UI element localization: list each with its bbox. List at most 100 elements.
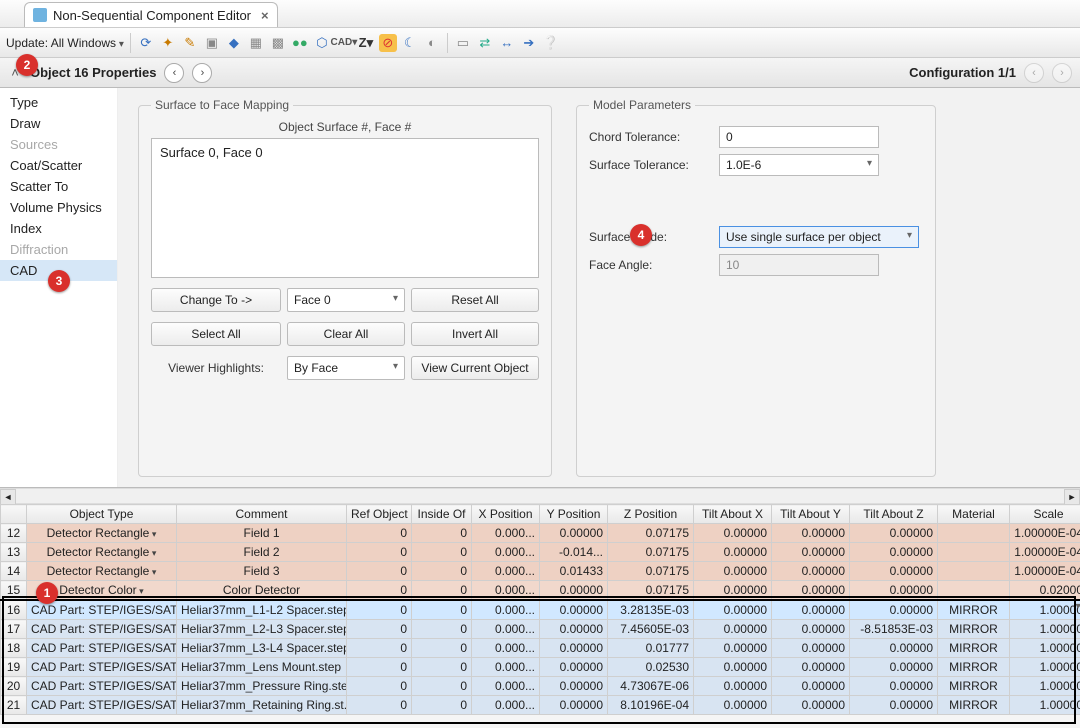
- next-config-button[interactable]: ›: [1052, 63, 1072, 83]
- cell[interactable]: 0: [412, 600, 472, 620]
- cell[interactable]: CAD Part: STEP/IGES/SAT: [27, 639, 177, 658]
- object-table[interactable]: Object TypeCommentRef ObjectInside OfX P…: [0, 504, 1080, 715]
- cell[interactable]: 12: [1, 524, 27, 543]
- table-row[interactable]: 19CAD Part: STEP/IGES/SATHeliar37mm_Lens…: [1, 658, 1080, 677]
- cell[interactable]: Heliar37mm_Pressure Ring.step: [177, 677, 347, 696]
- cell[interactable]: 20: [1, 677, 27, 696]
- close-icon[interactable]: ×: [261, 8, 269, 23]
- cell[interactable]: 1.00000E-04: [1010, 524, 1080, 543]
- table-row[interactable]: 14Detector RectangleField 3000.000...0.0…: [1, 562, 1080, 581]
- table-row[interactable]: 17CAD Part: STEP/IGES/SATHeliar37mm_L2-L…: [1, 620, 1080, 639]
- sidebar-item-coat-scatter[interactable]: Coat/Scatter: [0, 155, 117, 176]
- cell[interactable]: Heliar37mm_Retaining Ring.st...: [177, 696, 347, 715]
- cell[interactable]: 0.000...: [472, 524, 540, 543]
- viewer-highlights-select[interactable]: By Face: [287, 356, 405, 380]
- rect-icon[interactable]: ▭: [454, 34, 472, 52]
- cell[interactable]: 0: [412, 562, 472, 581]
- select-all-button[interactable]: Select All: [151, 322, 281, 346]
- scroll-left-icon[interactable]: ◄: [0, 489, 16, 505]
- cell[interactable]: MIRROR: [938, 658, 1010, 677]
- mapping-list-item[interactable]: Surface 0, Face 0: [160, 145, 530, 160]
- cell[interactable]: 0.00000: [540, 658, 608, 677]
- grid2-icon[interactable]: ▩: [269, 34, 287, 52]
- cell[interactable]: 0.07175: [608, 543, 694, 562]
- refresh-icon[interactable]: ⟳: [137, 34, 155, 52]
- cell[interactable]: Field 1: [177, 524, 347, 543]
- cell[interactable]: MIRROR: [938, 696, 1010, 715]
- cell[interactable]: 0.00000: [772, 696, 850, 715]
- harrow-icon[interactable]: ↔: [498, 34, 516, 52]
- cad-icon[interactable]: CAD▾: [335, 34, 353, 52]
- cell[interactable]: 0.00000: [694, 620, 772, 639]
- cell[interactable]: 0.000...: [472, 696, 540, 715]
- cell[interactable]: 1.00000: [1010, 600, 1080, 620]
- cell[interactable]: 0.00000: [850, 696, 938, 715]
- cell[interactable]: Field 3: [177, 562, 347, 581]
- col-header[interactable]: [1, 505, 27, 524]
- view-current-object-button[interactable]: View Current Object: [411, 356, 539, 380]
- table-row[interactable]: 18CAD Part: STEP/IGES/SATHeliar37mm_L3-L…: [1, 639, 1080, 658]
- cell[interactable]: 0.01433: [540, 562, 608, 581]
- cell[interactable]: 0.00000: [694, 600, 772, 620]
- cell[interactable]: 0.000...: [472, 543, 540, 562]
- moon-icon[interactable]: ☾: [401, 34, 419, 52]
- change-to-button[interactable]: Change To ->: [151, 288, 281, 312]
- table-row[interactable]: 12Detector RectangleField 1000.000...0.0…: [1, 524, 1080, 543]
- col-header[interactable]: Object Type: [27, 505, 177, 524]
- cell[interactable]: 0.07175: [608, 581, 694, 601]
- cell[interactable]: 0: [347, 524, 412, 543]
- cell[interactable]: 0: [347, 600, 412, 620]
- col-header[interactable]: Scale: [1010, 505, 1080, 524]
- cell[interactable]: CAD Part: STEP/IGES/SAT: [27, 658, 177, 677]
- cell[interactable]: 1.00000E-04: [1010, 562, 1080, 581]
- cell[interactable]: [938, 581, 1010, 601]
- cell[interactable]: 0.000...: [472, 600, 540, 620]
- update-dropdown[interactable]: Update: All Windows: [6, 36, 124, 50]
- star-icon[interactable]: ✦: [159, 34, 177, 52]
- cell[interactable]: Detector Rectangle: [27, 562, 177, 581]
- cell[interactable]: CAD Part: STEP/IGES/SAT: [27, 677, 177, 696]
- help-icon[interactable]: ❔: [542, 34, 560, 52]
- cell[interactable]: 4.73067E-06: [608, 677, 694, 696]
- cell[interactable]: 0.000...: [472, 658, 540, 677]
- mapping-listbox[interactable]: Surface 0, Face 0: [151, 138, 539, 278]
- cell[interactable]: 1.00000: [1010, 677, 1080, 696]
- face-select[interactable]: Face 0: [287, 288, 405, 312]
- col-header[interactable]: Material: [938, 505, 1010, 524]
- cell[interactable]: 0.02000: [1010, 581, 1080, 601]
- cell[interactable]: Detector Rectangle: [27, 543, 177, 562]
- cell[interactable]: 13: [1, 543, 27, 562]
- sidebar-item-scatter-to[interactable]: Scatter To: [0, 176, 117, 197]
- cell[interactable]: 0.000...: [472, 639, 540, 658]
- sidebar-item-index[interactable]: Index: [0, 218, 117, 239]
- cell[interactable]: 0: [347, 658, 412, 677]
- table-row[interactable]: 21CAD Part: STEP/IGES/SATHeliar37mm_Reta…: [1, 696, 1080, 715]
- cell[interactable]: 0.00000: [850, 581, 938, 601]
- cell[interactable]: 0.00000: [772, 581, 850, 601]
- cell[interactable]: 0.07175: [608, 562, 694, 581]
- cell[interactable]: 16: [1, 600, 27, 620]
- z-icon[interactable]: Z▾: [357, 34, 375, 52]
- cell[interactable]: 0.000...: [472, 677, 540, 696]
- toggle-icon[interactable]: ◐: [423, 34, 441, 52]
- cell[interactable]: 0.00000: [772, 600, 850, 620]
- col-header[interactable]: Y Position: [540, 505, 608, 524]
- cell[interactable]: [938, 562, 1010, 581]
- cell[interactable]: 8.10196E-04: [608, 696, 694, 715]
- cell[interactable]: 0: [412, 524, 472, 543]
- cell[interactable]: 0.07175: [608, 524, 694, 543]
- cell[interactable]: Field 2: [177, 543, 347, 562]
- grid1-icon[interactable]: ▦: [247, 34, 265, 52]
- cell[interactable]: Color Detector: [177, 581, 347, 601]
- cell[interactable]: MIRROR: [938, 600, 1010, 620]
- cell[interactable]: 0: [412, 658, 472, 677]
- cell[interactable]: 18: [1, 639, 27, 658]
- horizontal-scrollbar[interactable]: ◄ ►: [0, 488, 1080, 504]
- cell[interactable]: 0: [347, 620, 412, 639]
- cell[interactable]: 0.00000: [772, 639, 850, 658]
- cell[interactable]: -0.014...: [540, 543, 608, 562]
- cell[interactable]: 3.28135E-03: [608, 600, 694, 620]
- col-header[interactable]: Z Position: [608, 505, 694, 524]
- hex-icon[interactable]: ⬡: [313, 34, 331, 52]
- cell[interactable]: 0.00000: [540, 677, 608, 696]
